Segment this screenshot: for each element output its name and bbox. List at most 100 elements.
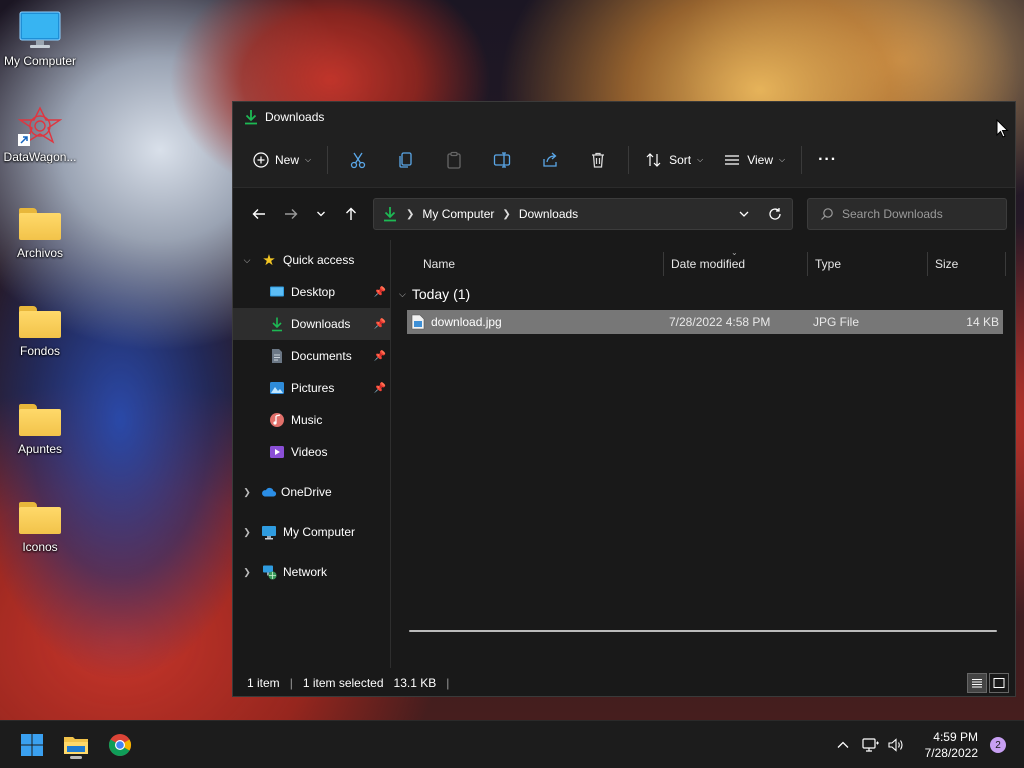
view-list-icon [725,154,740,165]
new-button[interactable]: New ⌵ [243,144,321,176]
network-icon [263,565,277,580]
nav-item-quick-access[interactable]: ⌵ ★ Quick access [233,244,390,276]
chevron-up-icon[interactable] [836,738,850,752]
details-view-icon [972,679,982,688]
nav-item-label: My Computer [283,525,356,539]
start-button[interactable] [16,729,48,761]
sort-indicator-icon: ⌄ [731,248,738,257]
chevron-down-icon[interactable]: ⌵ [241,255,253,266]
nav-item-videos[interactable]: Videos [233,436,390,468]
up-button[interactable] [335,198,367,230]
desktop-icon-iconos[interactable]: Iconos [0,498,80,554]
forward-button[interactable] [275,198,307,230]
network-status-icon[interactable] [862,737,880,753]
details-view-button[interactable] [967,673,987,693]
nav-item-my-computer[interactable]: ❯ My Computer [233,516,390,548]
command-bar: New ⌵ Sort ⌵ View ⌵ ··· [233,132,1015,188]
view-button[interactable]: View ⌵ [713,144,795,176]
status-selected: 1 item selected [302,676,384,690]
nav-item-network[interactable]: ❯ Network [233,556,390,588]
plus-circle-icon [253,151,269,168]
desktop-icon-label: Iconos [22,540,58,554]
chevron-down-icon [317,211,325,217]
delete-button[interactable] [574,144,622,176]
volume-icon[interactable] [888,737,906,753]
nav-item-label: Music [291,413,323,427]
share-button[interactable] [526,144,574,176]
rename-button[interactable] [478,144,526,176]
desktop-icon-fondos[interactable]: Fondos [0,302,80,358]
status-separator: | [446,676,450,690]
paste-button[interactable] [430,144,478,176]
mouse-cursor-icon [996,119,1009,138]
column-divider[interactable] [663,252,664,276]
status-separator: | [289,676,293,690]
address-bar[interactable]: ❯ My Computer ❯ Downloads [373,198,793,230]
file-type: JPG File [813,315,860,329]
nav-gap [233,548,390,556]
breadcrumb-downloads[interactable]: Downloads [519,207,578,221]
file-row[interactable]: download.jpg 7/28/2022 4:58 PM JPG File … [407,310,1003,334]
sort-arrows-icon [646,152,661,167]
column-divider[interactable] [1005,252,1006,276]
file-explorer-taskbar-button[interactable] [60,729,92,761]
horizontal-scrollbar[interactable] [409,630,997,632]
title-bar[interactable]: Downloads [233,102,1015,132]
chevron-down-icon[interactable]: ⌵ [399,289,406,300]
desktop-icon-apuntes[interactable]: Apuntes [0,400,80,456]
monitor-icon [262,526,276,540]
chevron-right-icon[interactable]: ❯ [241,567,253,578]
status-item-count: 1 item [247,676,280,690]
nav-item-onedrive[interactable]: ❯ OneDrive [233,476,390,508]
chevron-down-icon: ⌵ [778,154,786,164]
copy-button[interactable] [382,144,430,176]
nav-item-pictures[interactable]: Pictures 📌 [233,372,390,404]
desktop-icon-label: Apuntes [17,442,63,456]
cloud-icon [262,487,277,497]
column-header-type[interactable]: Type [809,248,927,280]
column-divider[interactable] [807,252,808,276]
desktop-icon-label: Fondos [19,344,61,358]
more-options-button[interactable]: ··· [808,144,847,176]
sort-button[interactable]: Sort ⌵ [635,144,713,176]
chevron-down-icon[interactable] [738,208,750,220]
chevron-right-icon[interactable]: ❯ [241,487,253,498]
nav-gap [233,468,390,476]
image-file-icon [411,314,425,330]
nav-item-desktop[interactable]: Desktop 📌 [233,276,390,308]
chrome-taskbar-button[interactable] [104,729,136,761]
desktop-icon-datawagon[interactable]: DataWagon... [0,106,80,164]
chevron-right-icon[interactable]: ❯ [241,527,253,538]
folder-icon [19,404,61,436]
toolbar-separator [327,145,329,174]
desktop-icon-archivos[interactable]: Archivos [0,204,80,260]
nav-item-music[interactable]: Music [233,404,390,436]
back-button[interactable] [243,198,275,230]
nav-item-downloads[interactable]: Downloads 📌 [233,308,390,340]
recent-locations-button[interactable] [307,198,335,230]
group-header-today[interactable]: ⌵ Today (1) [399,280,1015,308]
file-size: 14 KB [966,315,999,329]
cut-button[interactable] [334,144,382,176]
refresh-icon[interactable] [768,207,782,221]
search-box[interactable] [807,198,1007,230]
clock-time: 4:59 PM [933,730,978,744]
nav-item-label: Videos [291,445,328,459]
folder-icon [19,208,61,240]
taskbar-clock[interactable]: 4:59 PM 7/28/2022 [925,729,978,761]
file-explorer-icon [64,737,88,754]
download-arrow-icon [384,207,396,222]
tiles-view-button[interactable] [989,673,1009,693]
column-divider[interactable] [927,252,928,276]
nav-item-label: OneDrive [281,485,332,499]
music-icon [270,413,284,427]
desktop-icon-my-computer[interactable]: My Computer [0,10,80,68]
column-header-size[interactable]: Size [929,248,1005,280]
search-input[interactable] [842,207,992,221]
column-header-date-modified[interactable]: Date modified ⌄ [665,248,809,280]
active-indicator [70,756,82,759]
notification-badge[interactable]: 2 [990,737,1006,753]
column-header-name[interactable]: Name [417,248,673,280]
breadcrumb-my-computer[interactable]: My Computer [422,207,494,221]
nav-item-documents[interactable]: Documents 📌 [233,340,390,372]
